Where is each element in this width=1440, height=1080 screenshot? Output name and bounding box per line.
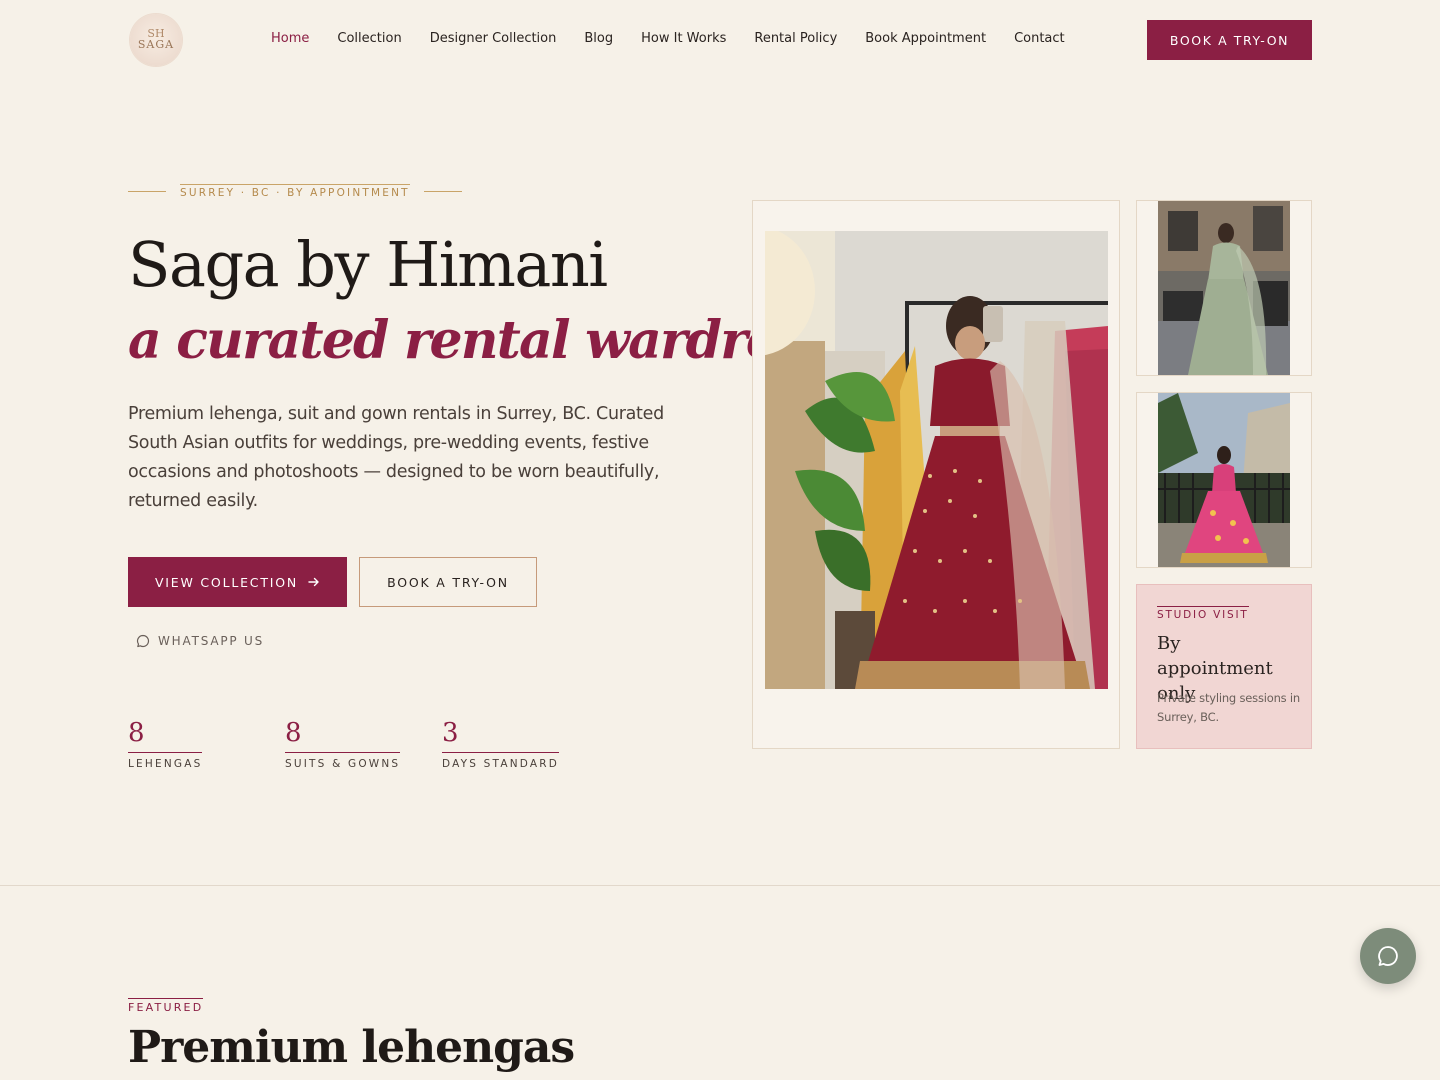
hero-eyebrow-row: SURREY · BC · BY APPOINTMENT <box>128 184 462 199</box>
stat-days-standard: 3 DAYS STANDARD <box>442 716 560 770</box>
thumb-photo-sage-lehenga <box>1158 201 1290 375</box>
book-try-on-hero-button[interactable]: BOOK A TRY-ON <box>359 557 537 607</box>
stat-label: LEHENGAS <box>128 758 203 770</box>
view-collection-label: VIEW COLLECTION <box>154 574 299 590</box>
view-collection-button[interactable]: VIEW COLLECTION <box>128 557 347 607</box>
nav-link-collection[interactable]: Collection <box>337 31 401 46</box>
main-nav: Home Collection Designer Collection Blog… <box>271 31 1065 46</box>
nav-link-designer-collection[interactable]: Designer Collection <box>430 31 557 46</box>
studio-visit-card: STUDIO VISIT By appointment only Private… <box>1136 584 1312 749</box>
stat-label: SUITS & GOWNS <box>285 758 401 770</box>
thumb-card-pink-lehenga <box>1136 392 1312 568</box>
nav-link-book-appointment[interactable]: Book Appointment <box>865 31 986 46</box>
stat-value: 8 <box>285 716 401 753</box>
book-try-on-nav-button[interactable]: BOOK A TRY-ON <box>1147 20 1312 60</box>
hero-eyebrow: SURREY · BC · BY APPOINTMENT <box>180 184 410 199</box>
hero-main-photo <box>765 231 1108 689</box>
hero-main-photo-card <box>752 200 1120 749</box>
chat-bubble-icon <box>136 634 150 648</box>
stat-value: 8 <box>128 716 203 753</box>
chat-button[interactable] <box>1360 928 1416 984</box>
studio-text: Private styling sessions in Surrey, BC. <box>1157 691 1300 724</box>
studio-eyebrow: STUDIO VISIT <box>1157 606 1249 621</box>
site-header: SH SAGA Home Collection Designer Collect… <box>0 0 1440 80</box>
whatsapp-label: WHATSAPP US <box>158 634 265 648</box>
nav-link-home[interactable]: Home <box>271 31 309 46</box>
featured-title: Premium lehengas <box>128 1022 575 1073</box>
stat-suits-gowns: 8 SUITS & GOWNS <box>285 716 401 770</box>
hero-description: Premium lehenga, suit and gown rentals i… <box>128 404 664 511</box>
logo-wordmark: SAGA <box>137 38 175 52</box>
brand-logo[interactable]: SH SAGA <box>130 14 182 66</box>
hero-subtitle: a curated rental wardrobe <box>128 310 846 371</box>
stat-lehengas: 8 LEHENGAS <box>128 716 203 770</box>
nav-link-how-it-works[interactable]: How It Works <box>641 31 726 46</box>
eyebrow-rule-left <box>128 191 166 192</box>
nav-link-rental-policy[interactable]: Rental Policy <box>754 31 837 46</box>
arrow-right-icon <box>308 577 319 587</box>
featured-eyebrow: FEATURED <box>128 998 204 1014</box>
stat-label: DAYS STANDARD <box>442 758 560 770</box>
nav-link-blog[interactable]: Blog <box>584 31 613 46</box>
whatsapp-link[interactable]: WHATSAPP US <box>136 634 264 648</box>
thumb-card-sage-lehenga <box>1136 200 1312 376</box>
hero-title: Saga by Himani <box>128 228 608 301</box>
eyebrow-rule-right <box>423 191 462 192</box>
section-divider <box>0 885 1440 886</box>
stat-value: 3 <box>442 716 560 753</box>
nav-link-contact[interactable]: Contact <box>1014 31 1065 46</box>
thumb-photo-pink-lehenga <box>1158 393 1290 567</box>
chat-bubble-icon <box>1378 946 1398 966</box>
